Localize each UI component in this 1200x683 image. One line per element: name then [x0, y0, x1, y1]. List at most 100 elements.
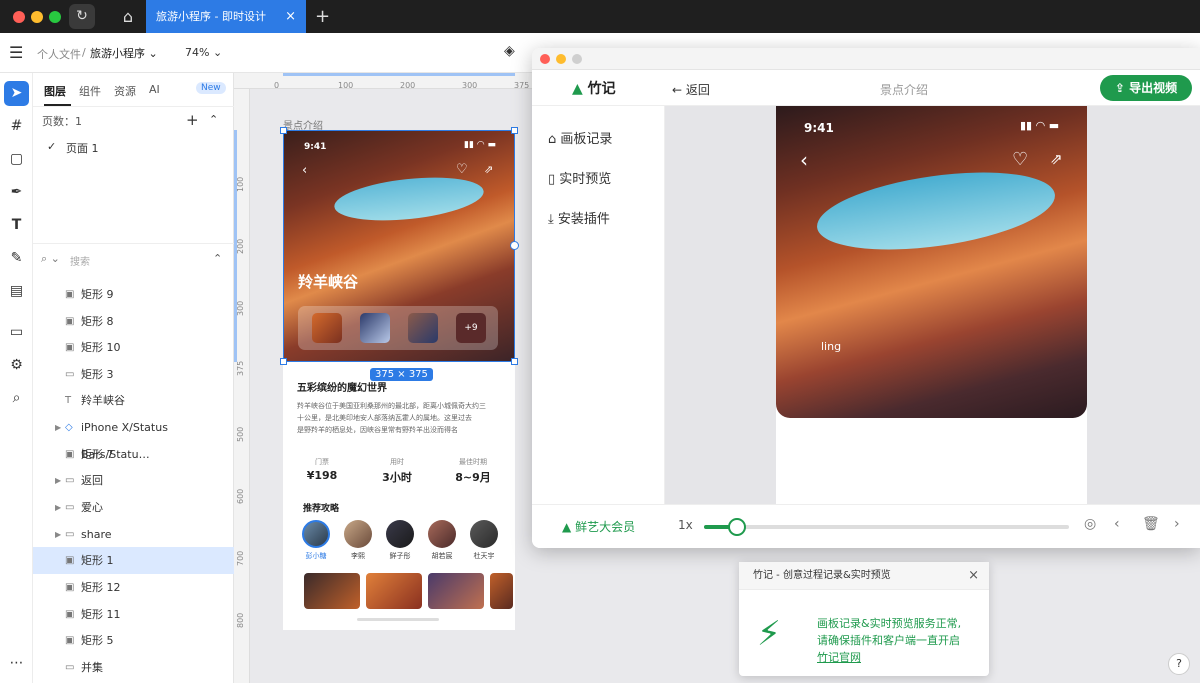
check-icon: ✓ — [47, 140, 57, 153]
page-item[interactable]: 页面 1 — [66, 140, 99, 156]
record-icon[interactable]: ◎ — [1084, 516, 1096, 532]
close-window-button[interactable] — [13, 11, 25, 23]
new-badge: New — [196, 82, 226, 94]
official-site-link[interactable]: 竹记官网 — [817, 649, 861, 665]
image-icon: ▣ — [65, 609, 75, 620]
ruler-selection-left — [234, 130, 237, 362]
sidebar-item-board-record[interactable]: ⌂ 画板记录 — [548, 128, 612, 147]
phone-preview-image[interactable]: 9:41 ▮▮ ◠ ▬ ‹ ♡ ⇗ ling — [776, 106, 1087, 418]
back-button[interactable]: ← 返回 — [672, 81, 710, 98]
tab-assets[interactable]: 资源 — [114, 83, 136, 99]
guide-heading: 推荐攻略 — [303, 504, 340, 514]
collapse-all-icon[interactable]: ⌃ — [213, 252, 222, 265]
home-icon[interactable]: ⌂ — [112, 4, 144, 29]
browser-tab[interactable]: 旅游小程序 - 即时设计 × — [146, 0, 306, 33]
layer-row[interactable]: ▣ 矩形 11 — [33, 601, 234, 628]
sidebar-item-install-plugin[interactable]: ⤓ 安装插件 — [548, 208, 610, 227]
expand-icon[interactable]: ▶ — [55, 494, 61, 521]
thumbnail — [360, 313, 390, 343]
slice-tool-icon[interactable]: ▤ — [4, 279, 29, 304]
rectangle-tool-icon[interactable]: ▢ — [4, 147, 29, 172]
expand-icon[interactable]: ▶ — [55, 467, 61, 494]
expand-icon[interactable]: ▶ — [55, 414, 61, 441]
pencil-tool-icon[interactable]: ✎ — [4, 246, 29, 271]
divider — [33, 106, 234, 107]
stat-duration: 用时 3小时 — [362, 457, 432, 485]
preview-header: ▲ 竹记 ← 返回 景点介绍 ⇪ 导出视频 — [532, 70, 1200, 106]
corner-radius-handle[interactable] — [510, 241, 519, 250]
sidebar-item-live-preview[interactable]: ▯ 实时预览 — [548, 168, 611, 187]
zoom-window-button[interactable] — [49, 11, 61, 23]
resize-handle[interactable] — [280, 358, 287, 365]
component-icon[interactable]: ◈ — [504, 43, 515, 59]
layer-row[interactable]: ▭ 矩形 3 — [33, 361, 234, 388]
reload-icon[interactable]: ↻ — [69, 4, 95, 29]
guide-photo — [304, 573, 360, 609]
search-icon[interactable]: ⌕ ⌄ — [41, 252, 60, 266]
previous-icon[interactable]: ‹ — [1114, 516, 1120, 532]
zoom-select[interactable]: 74% ⌄ — [185, 46, 222, 59]
notification-line: 请确保插件和客户端一直开启 — [817, 634, 960, 647]
member-link[interactable]: ▲ 鲜艺大会员 — [562, 518, 635, 535]
export-video-button[interactable]: ⇪ 导出视频 — [1100, 75, 1192, 101]
layer-row-selected[interactable]: ▣ 矩形 1 — [33, 547, 234, 574]
layer-row[interactable]: ▣ 矩形 9 — [33, 281, 234, 308]
resize-handle[interactable] — [280, 127, 287, 134]
layer-row[interactable]: ▶ ▭ 爱心 — [33, 494, 234, 521]
add-page-icon[interactable]: + — [186, 111, 199, 129]
layer-row[interactable]: ▣ 矩形 5 — [33, 627, 234, 654]
close-tab-icon[interactable]: × — [285, 0, 296, 33]
layer-row[interactable]: ▶ ▭ 返回 — [33, 467, 234, 494]
layer-search-input[interactable]: 搜索 — [70, 253, 90, 268]
new-tab-button[interactable]: + — [315, 0, 330, 33]
menu-icon[interactable]: ☰ — [9, 43, 23, 62]
text-tool-icon[interactable]: T — [4, 213, 29, 238]
bamboo-logo-icon: ▲ — [572, 81, 583, 97]
progress-track[interactable] — [704, 525, 1069, 529]
help-button[interactable]: ? — [1168, 653, 1190, 675]
image-icon: ▣ — [65, 635, 75, 646]
layer-row[interactable]: ▣ 矩形 10 — [33, 334, 234, 361]
breadcrumb-root[interactable]: 个人文件 — [37, 46, 81, 62]
pen-tool-icon[interactable]: ✒ — [4, 180, 29, 205]
tab-layers[interactable]: 图层 — [44, 83, 66, 99]
resize-handle[interactable] — [511, 358, 518, 365]
collapse-pages-icon[interactable]: ⌃ — [209, 113, 218, 126]
sidebar-item-label: 安装插件 — [557, 212, 610, 227]
tab-components[interactable]: 组件 — [79, 83, 101, 99]
progress-knob[interactable] — [727, 518, 746, 536]
tab-ai[interactable]: AI — [149, 83, 160, 96]
layer-row[interactable]: ▶ ▭ share — [33, 521, 234, 548]
expand-icon[interactable]: ▶ — [55, 521, 61, 548]
next-icon[interactable]: › — [1174, 516, 1180, 532]
comment-tool-icon[interactable]: ▭ — [4, 320, 29, 345]
layer-row[interactable]: ▣ 矩形 8 — [33, 308, 234, 335]
zoom-window-button[interactable] — [572, 54, 582, 64]
frame-tool-icon[interactable]: # — [4, 114, 29, 139]
close-icon[interactable]: × — [968, 568, 979, 583]
playback-speed[interactable]: 1x — [678, 518, 693, 532]
minimize-window-button[interactable] — [556, 54, 566, 64]
minimize-window-button[interactable] — [31, 11, 43, 23]
move-tool-icon[interactable]: ➤ — [4, 81, 29, 106]
more-icon[interactable]: ⋯ — [4, 651, 29, 676]
layer-label: 并集 — [81, 661, 103, 674]
layer-row[interactable]: T 羚羊峡谷 — [33, 387, 234, 414]
divider — [33, 243, 234, 244]
avatar — [344, 520, 372, 548]
layer-row[interactable]: ▣ 矩形 7 — [33, 441, 234, 468]
hero-image-selected[interactable]: 9:41 ▮▮ ◠ ▬ ‹ ♡ ⇗ 羚羊峡谷 +9 — [283, 130, 515, 362]
share-icon: ⇗ — [484, 163, 494, 176]
layer-row[interactable]: ▣ 矩形 12 — [33, 574, 234, 601]
close-window-button[interactable] — [540, 54, 550, 64]
search-icon[interactable]: ⌕ — [4, 386, 29, 411]
delete-icon[interactable]: 🗑 — [1142, 516, 1160, 532]
layer-label: 矩形 5 — [81, 634, 114, 647]
breadcrumb-file[interactable]: 旅游小程序 ⌄ — [90, 45, 158, 61]
plug-icon: ⚡ — [757, 614, 781, 654]
resize-handle[interactable] — [511, 127, 518, 134]
layer-row[interactable]: ▭ 并集 — [33, 654, 234, 681]
article-body-line: 是野羚羊的栖息处，因峡谷里常有野羚羊出没而得名 — [297, 426, 458, 434]
plugin-icon[interactable]: ⚙ — [4, 353, 29, 378]
layer-row[interactable]: ▶ ◇ iPhone X/Status Bars/Statu… — [33, 414, 234, 461]
